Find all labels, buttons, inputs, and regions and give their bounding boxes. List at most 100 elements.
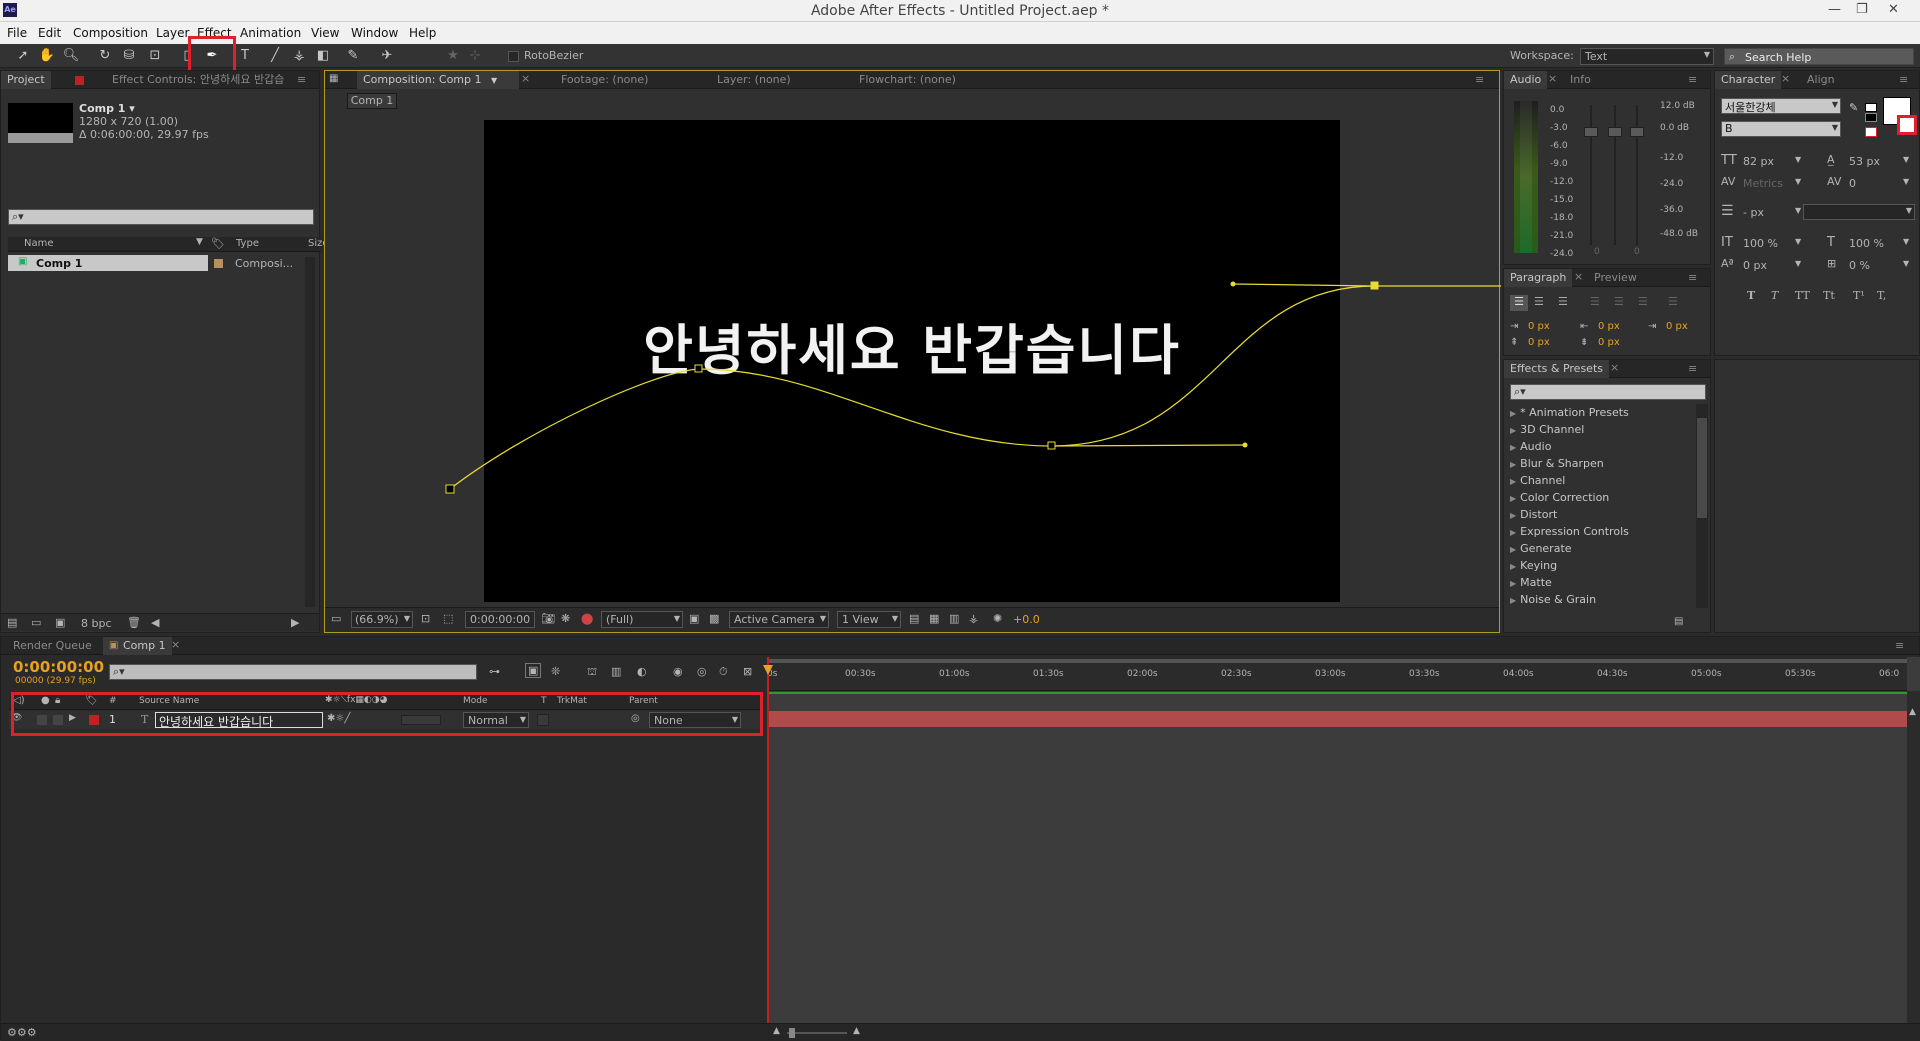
faux-italic-button[interactable]: T bbox=[1771, 289, 1778, 302]
tab-project[interactable]: Project bbox=[1, 71, 51, 89]
zoom-out-icon[interactable]: ▲ bbox=[773, 1026, 780, 1036]
close-button[interactable]: ✕ bbox=[1888, 2, 1899, 17]
tab-effects-presets[interactable]: Effects & Presets bbox=[1504, 360, 1609, 378]
align-left-icon[interactable]: ☰ bbox=[1510, 295, 1528, 311]
scroll-left-icon[interactable]: ◀ bbox=[151, 616, 159, 629]
panel-menu-icon[interactable]: ≡ bbox=[1895, 639, 1904, 652]
transparency-grid-icon[interactable]: ▩ bbox=[709, 612, 719, 625]
interpret-footage-icon[interactable]: ▤ bbox=[7, 616, 17, 629]
composition-mini-flowchart-icon[interactable]: ⊶ bbox=[489, 665, 500, 678]
exposure-value[interactable]: +0.0 bbox=[1013, 613, 1040, 626]
hand-tool-icon[interactable]: ✋ bbox=[38, 47, 56, 65]
indent-left-value[interactable]: 0 px bbox=[1528, 321, 1550, 332]
rotation-tool-icon[interactable]: ↻ bbox=[96, 47, 114, 65]
tab-info[interactable]: Info bbox=[1564, 71, 1597, 89]
no-fill-swatch[interactable] bbox=[1865, 127, 1877, 137]
clone-stamp-tool-icon[interactable]: ⚶ bbox=[290, 47, 308, 65]
roto-brush-tool-icon[interactable]: ✎ bbox=[344, 47, 362, 65]
stroke-color-swatch[interactable] bbox=[1897, 115, 1917, 135]
justify-last-left-icon[interactable]: ☰ bbox=[1590, 295, 1600, 308]
tab-render-queue[interactable]: Render Queue bbox=[7, 637, 98, 655]
kerning-value[interactable]: Metrics bbox=[1743, 177, 1783, 190]
close-icon[interactable]: × bbox=[1574, 270, 1583, 283]
chevron-down-icon[interactable]: ▼ bbox=[1903, 155, 1909, 164]
effects-category[interactable]: ▶ Blur & Sharpen bbox=[1510, 457, 1604, 470]
chevron-down-icon[interactable]: ▼ bbox=[1795, 177, 1801, 186]
menu-help[interactable]: Help bbox=[409, 26, 436, 40]
menu-layer[interactable]: Layer bbox=[156, 26, 189, 40]
align-right-icon[interactable]: ☰ bbox=[1558, 295, 1568, 308]
menu-file[interactable]: File bbox=[7, 26, 27, 40]
eraser-tool-icon[interactable]: ◧ bbox=[314, 47, 332, 65]
space-after-value[interactable]: 0 px bbox=[1598, 337, 1620, 348]
minimize-button[interactable]: — bbox=[1828, 2, 1841, 17]
close-icon[interactable]: × bbox=[1548, 72, 1557, 85]
tsume-value[interactable]: 0 % bbox=[1849, 259, 1870, 272]
tab-character[interactable]: Character bbox=[1715, 71, 1782, 89]
project-scrollbar[interactable] bbox=[305, 257, 315, 607]
audio-slider-right[interactable] bbox=[1608, 127, 1622, 137]
motion-blur-icon[interactable]: ▥ bbox=[611, 665, 621, 678]
new-comp-icon[interactable]: ▣ bbox=[55, 616, 65, 629]
effects-category[interactable]: ▶ Channel bbox=[1510, 474, 1565, 487]
project-search-input[interactable]: ⌕▾ bbox=[8, 209, 314, 225]
tab-audio[interactable]: Audio bbox=[1504, 71, 1548, 89]
tab-paragraph[interactable]: Paragraph bbox=[1504, 269, 1573, 287]
new-folder-icon[interactable]: ▭ bbox=[31, 616, 41, 629]
layer-duration-bar[interactable] bbox=[767, 711, 1907, 727]
project-item-comp1[interactable]: ▣ Comp 1 bbox=[8, 255, 208, 271]
search-help-input[interactable]: ⌕ Search Help bbox=[1724, 48, 1914, 65]
all-caps-button[interactable]: TT bbox=[1795, 289, 1810, 302]
effects-category[interactable]: ▶ Matte bbox=[1510, 576, 1552, 589]
mask-visibility-icon[interactable]: ⬚ bbox=[443, 612, 453, 625]
type-tool-icon[interactable]: T bbox=[236, 47, 254, 65]
justify-last-right-icon[interactable]: ☰ bbox=[1638, 295, 1648, 308]
leading-value[interactable]: 53 px bbox=[1849, 155, 1880, 168]
effects-category[interactable]: ▶ Noise & Grain bbox=[1510, 593, 1596, 606]
subscript-button[interactable]: T, bbox=[1877, 289, 1886, 302]
black-swatch[interactable] bbox=[1865, 113, 1877, 122]
fast-previews-icon[interactable]: ▦ bbox=[929, 612, 939, 625]
camera-tool-icon[interactable]: ⛁ bbox=[120, 47, 138, 65]
work-area-bar[interactable] bbox=[767, 659, 1907, 663]
timeline-icon[interactable]: ▥ bbox=[949, 612, 959, 625]
effects-category[interactable]: ▶ Color Correction bbox=[1510, 491, 1609, 504]
vertical-scale-value[interactable]: 100 % bbox=[1743, 237, 1778, 250]
timeline-vscrollbar[interactable]: ▲ bbox=[1907, 691, 1920, 1041]
exposure-icon[interactable]: ✺ bbox=[993, 612, 1002, 625]
panel-menu-icon[interactable]: ≡ bbox=[297, 73, 306, 86]
resolution-select[interactable]: (Full) ▼ bbox=[601, 611, 683, 628]
chevron-down-icon[interactable]: ▼ bbox=[1903, 259, 1909, 268]
close-icon[interactable]: × bbox=[1781, 72, 1790, 85]
new-preset-icon[interactable]: ▤ bbox=[1674, 616, 1683, 627]
tab-preview[interactable]: Preview bbox=[1588, 269, 1643, 287]
frame-blending-icon[interactable]: ⛫ bbox=[587, 665, 597, 680]
puppet-pin-tool-icon[interactable]: ✈ bbox=[378, 47, 396, 65]
brush-tool-icon[interactable]: ╱ bbox=[266, 47, 284, 65]
workspace-select[interactable]: Text ▼ bbox=[1580, 48, 1714, 65]
effects-category[interactable]: ▶ Generate bbox=[1510, 542, 1572, 555]
menu-window[interactable]: Window bbox=[351, 26, 398, 40]
eyedropper-icon[interactable]: ✎ bbox=[1849, 101, 1858, 114]
chevron-down-icon[interactable]: ▼ bbox=[1903, 177, 1909, 186]
align-center-icon[interactable]: ☰ bbox=[1534, 295, 1544, 308]
brainstorm-icon[interactable]: ◐ bbox=[637, 665, 647, 678]
timeline-search-input[interactable]: ⌕▾ bbox=[109, 664, 477, 680]
effects-category[interactable]: ▶ Audio bbox=[1510, 440, 1551, 453]
indent-first-value[interactable]: 0 px bbox=[1666, 321, 1688, 332]
chevron-down-icon[interactable]: ▼ bbox=[1795, 237, 1801, 246]
scroll-right-icon[interactable]: ▶ bbox=[291, 616, 299, 629]
close-icon[interactable]: × bbox=[171, 638, 180, 651]
time-ruler[interactable]: 0s 00:30s 01:00s 01:30s 02:00s 02:30s 03… bbox=[767, 657, 1907, 691]
panel-menu-icon[interactable]: ≡ bbox=[1899, 73, 1908, 86]
zoom-slider-track[interactable] bbox=[787, 1032, 847, 1034]
chevron-down-icon[interactable]: ▼ bbox=[1795, 259, 1801, 268]
selection-tool-icon[interactable]: ➚ bbox=[14, 47, 32, 65]
tracking-value[interactable]: 0 bbox=[1849, 177, 1856, 190]
zoom-in-icon[interactable]: ▲ bbox=[853, 1026, 860, 1036]
indent-right-value[interactable]: 0 px bbox=[1598, 321, 1620, 332]
channel-icon[interactable]: ⬤ bbox=[581, 612, 593, 625]
toggle-switches-icon[interactable]: ⚙⚙⚙ bbox=[7, 1026, 37, 1039]
audio-slider-master[interactable] bbox=[1630, 127, 1644, 137]
hide-shy-layers-icon[interactable]: ❊ bbox=[551, 665, 560, 678]
